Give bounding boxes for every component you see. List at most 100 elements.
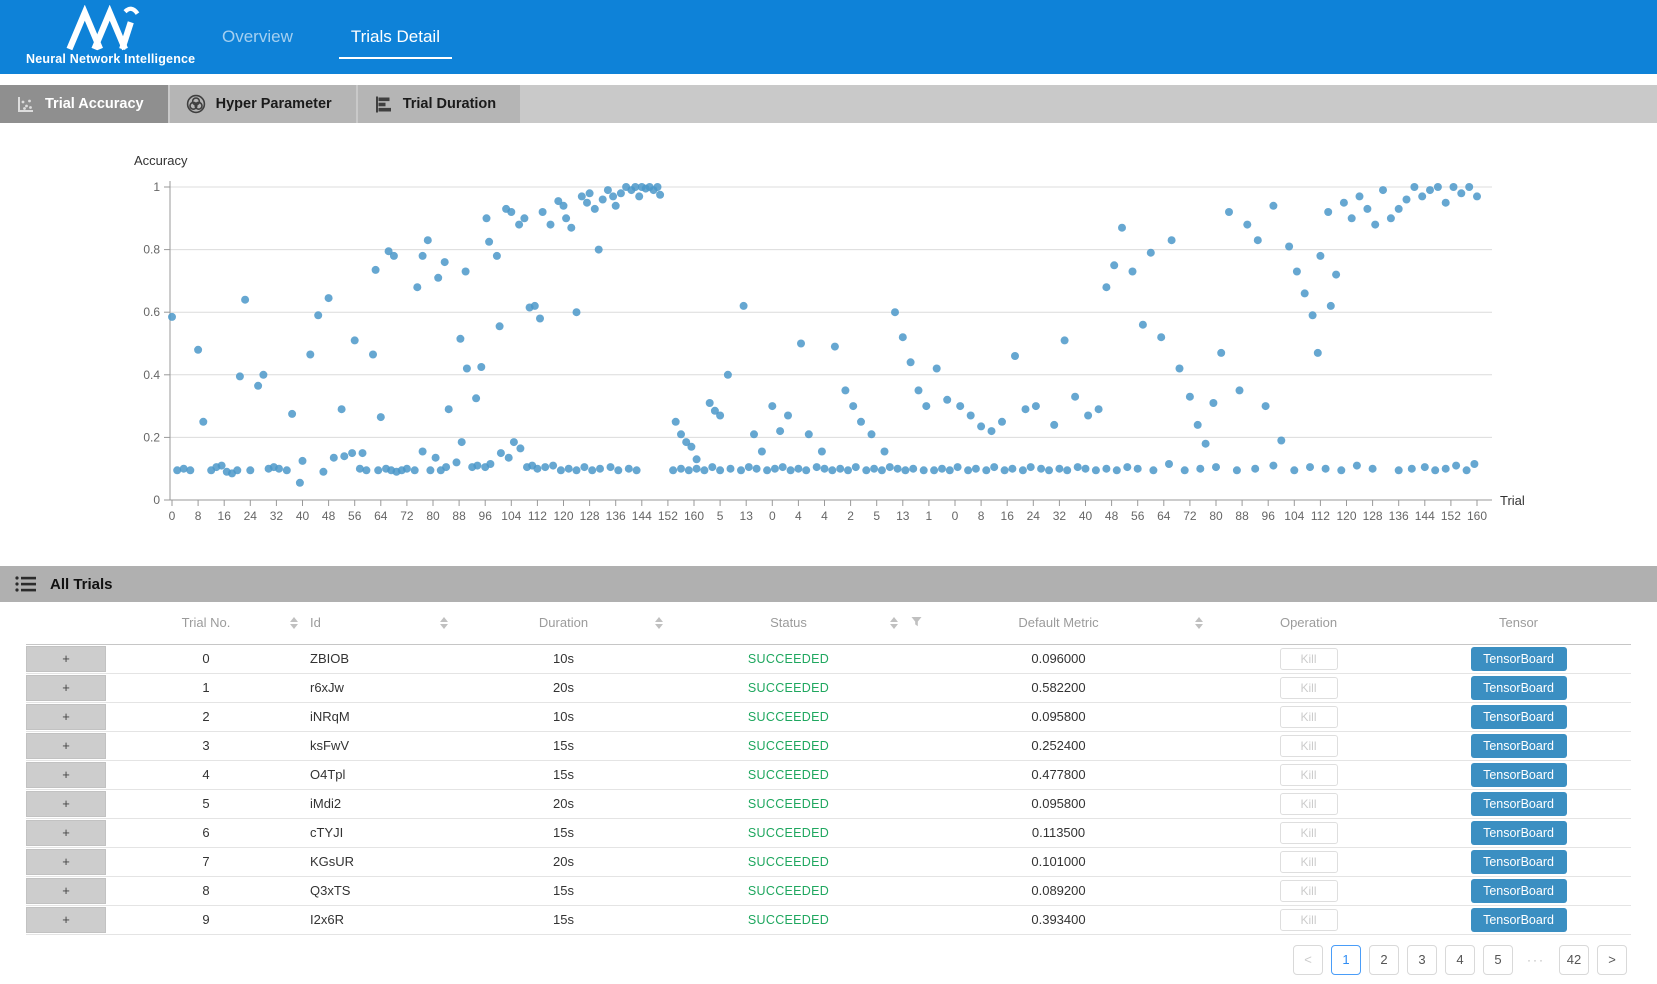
expand-cell: +	[26, 644, 106, 673]
scatter-point	[716, 466, 724, 474]
kill-button[interactable]: Kill	[1280, 793, 1338, 815]
scatter-point	[977, 422, 985, 430]
scatter-point	[411, 466, 419, 474]
tensorboard-button[interactable]: TensorBoard	[1471, 763, 1567, 787]
kill-button[interactable]: Kill	[1280, 880, 1338, 902]
scatter-point	[1165, 460, 1173, 468]
col-label-trial-no: Trial No.	[182, 615, 231, 630]
expand-row-button[interactable]: +	[26, 733, 106, 759]
nav-tab-trials-detail[interactable]: Trials Detail	[351, 27, 440, 47]
nav-tab-overview[interactable]: Overview	[222, 27, 293, 47]
tab-hyper-parameter[interactable]: Hyper Parameter	[170, 85, 356, 123]
expand-row-button[interactable]: +	[26, 820, 106, 846]
kill-button[interactable]: Kill	[1280, 822, 1338, 844]
tab-hyper-parameter-label: Hyper Parameter	[216, 96, 332, 112]
chart-text: 40	[1079, 509, 1093, 523]
scatter-point	[828, 466, 836, 474]
scatter-point	[1113, 466, 1121, 474]
kill-button[interactable]: Kill	[1280, 677, 1338, 699]
nni-logo[interactable]: Neural Network Intelligence	[26, 1, 180, 66]
all-trials-title: All Trials	[50, 576, 113, 593]
expand-row-button[interactable]: +	[26, 791, 106, 817]
kill-button[interactable]: Kill	[1280, 909, 1338, 931]
scatter-point	[617, 189, 625, 197]
kill-button[interactable]: Kill	[1280, 851, 1338, 873]
pagination-next-button[interactable]: >	[1597, 945, 1627, 975]
kill-button[interactable]: Kill	[1280, 648, 1338, 670]
cell-duration: 10s	[456, 702, 671, 731]
pagination-prev-button[interactable]: <	[1293, 945, 1323, 975]
brand-name: Neural Network Intelligence	[26, 52, 180, 66]
chart-text: 4	[795, 509, 802, 523]
tensorboard-button[interactable]: TensorBoard	[1471, 879, 1567, 903]
cell-default-metric: 0.101000	[906, 847, 1211, 876]
pagination-page-3[interactable]: 3	[1407, 945, 1437, 975]
pagination-page-4[interactable]: 4	[1445, 945, 1475, 975]
chart-text: 136	[1389, 509, 1409, 523]
tensorboard-button[interactable]: TensorBoard	[1471, 821, 1567, 845]
scatter-point	[654, 183, 662, 191]
tensorboard-button[interactable]: TensorBoard	[1471, 734, 1567, 758]
scatter-point	[288, 410, 296, 418]
kill-button[interactable]: Kill	[1280, 764, 1338, 786]
scatter-point	[753, 465, 761, 473]
scatter-point	[374, 466, 382, 474]
expand-row-button[interactable]: +	[26, 704, 106, 730]
scatter-point	[1095, 405, 1103, 413]
pagination-page-1[interactable]: 1	[1331, 945, 1361, 975]
tab-trial-duration[interactable]: Trial Duration	[358, 85, 520, 123]
tab-trial-accuracy[interactable]: Trial Accuracy	[0, 85, 168, 123]
pagination-page-2[interactable]: 2	[1369, 945, 1399, 975]
scatter-point	[1194, 421, 1202, 429]
cell-tensor: TensorBoard	[1406, 905, 1631, 934]
chart-text: 8	[195, 509, 202, 523]
expand-row-button[interactable]: +	[26, 849, 106, 875]
chart-text: 128	[580, 509, 600, 523]
chart-text: 144	[632, 509, 652, 523]
sort-icon-duration[interactable]	[655, 617, 663, 629]
scatter-point	[1465, 183, 1473, 191]
expand-row-button[interactable]: +	[26, 675, 106, 701]
scatter-point	[426, 466, 434, 474]
expand-row-button[interactable]: +	[26, 646, 106, 672]
expand-row-button[interactable]: +	[26, 907, 106, 933]
tensorboard-button[interactable]: TensorBoard	[1471, 792, 1567, 816]
kill-button[interactable]: Kill	[1280, 706, 1338, 728]
scatter-point	[314, 311, 322, 319]
scatter-point	[1202, 440, 1210, 448]
scatter-point	[693, 465, 701, 473]
scatter-point	[677, 430, 685, 438]
pagination-page-42[interactable]: 42	[1559, 945, 1589, 975]
scatter-point	[1269, 202, 1277, 210]
tensorboard-button[interactable]: TensorBoard	[1471, 676, 1567, 700]
scatter-point	[442, 463, 450, 471]
scatter-point	[604, 186, 612, 194]
expand-row-button[interactable]: +	[26, 878, 106, 904]
scatter-point	[771, 465, 779, 473]
sort-icon-status[interactable]	[890, 617, 898, 629]
sort-icon-trial-no[interactable]	[290, 617, 298, 629]
scatter-point	[580, 463, 588, 471]
expand-row-button[interactable]: +	[26, 762, 106, 788]
tensorboard-button[interactable]: TensorBoard	[1471, 647, 1567, 671]
scatter-point	[531, 302, 539, 310]
scatter-point	[483, 214, 491, 222]
tensorboard-button[interactable]: TensorBoard	[1471, 850, 1567, 874]
sort-icon-id[interactable]	[440, 617, 448, 629]
scatter-point	[672, 418, 680, 426]
scatter-point	[1027, 463, 1035, 471]
chart-text: 0	[952, 509, 959, 523]
table-row: +9I2x6R15sSUCCEEDED0.393400KillTensorBoa…	[26, 905, 1631, 934]
pagination-page-5[interactable]: 5	[1483, 945, 1513, 975]
status-badge: SUCCEEDED	[748, 710, 829, 724]
kill-button[interactable]: Kill	[1280, 735, 1338, 757]
table-row: +5iMdi220sSUCCEEDED0.095800KillTensorBoa…	[26, 789, 1631, 818]
cell-duration: 20s	[456, 847, 671, 876]
tensorboard-button[interactable]: TensorBoard	[1471, 908, 1567, 932]
chart-text: 0.8	[143, 243, 160, 257]
cell-duration: 15s	[456, 760, 671, 789]
tensorboard-button[interactable]: TensorBoard	[1471, 705, 1567, 729]
accuracy-scatter-chart[interactable]: 00.20.40.60.8108162432404856647280889610…	[0, 123, 1657, 539]
scatter-point	[967, 412, 975, 420]
sort-icon-default-metric[interactable]	[1195, 617, 1203, 629]
